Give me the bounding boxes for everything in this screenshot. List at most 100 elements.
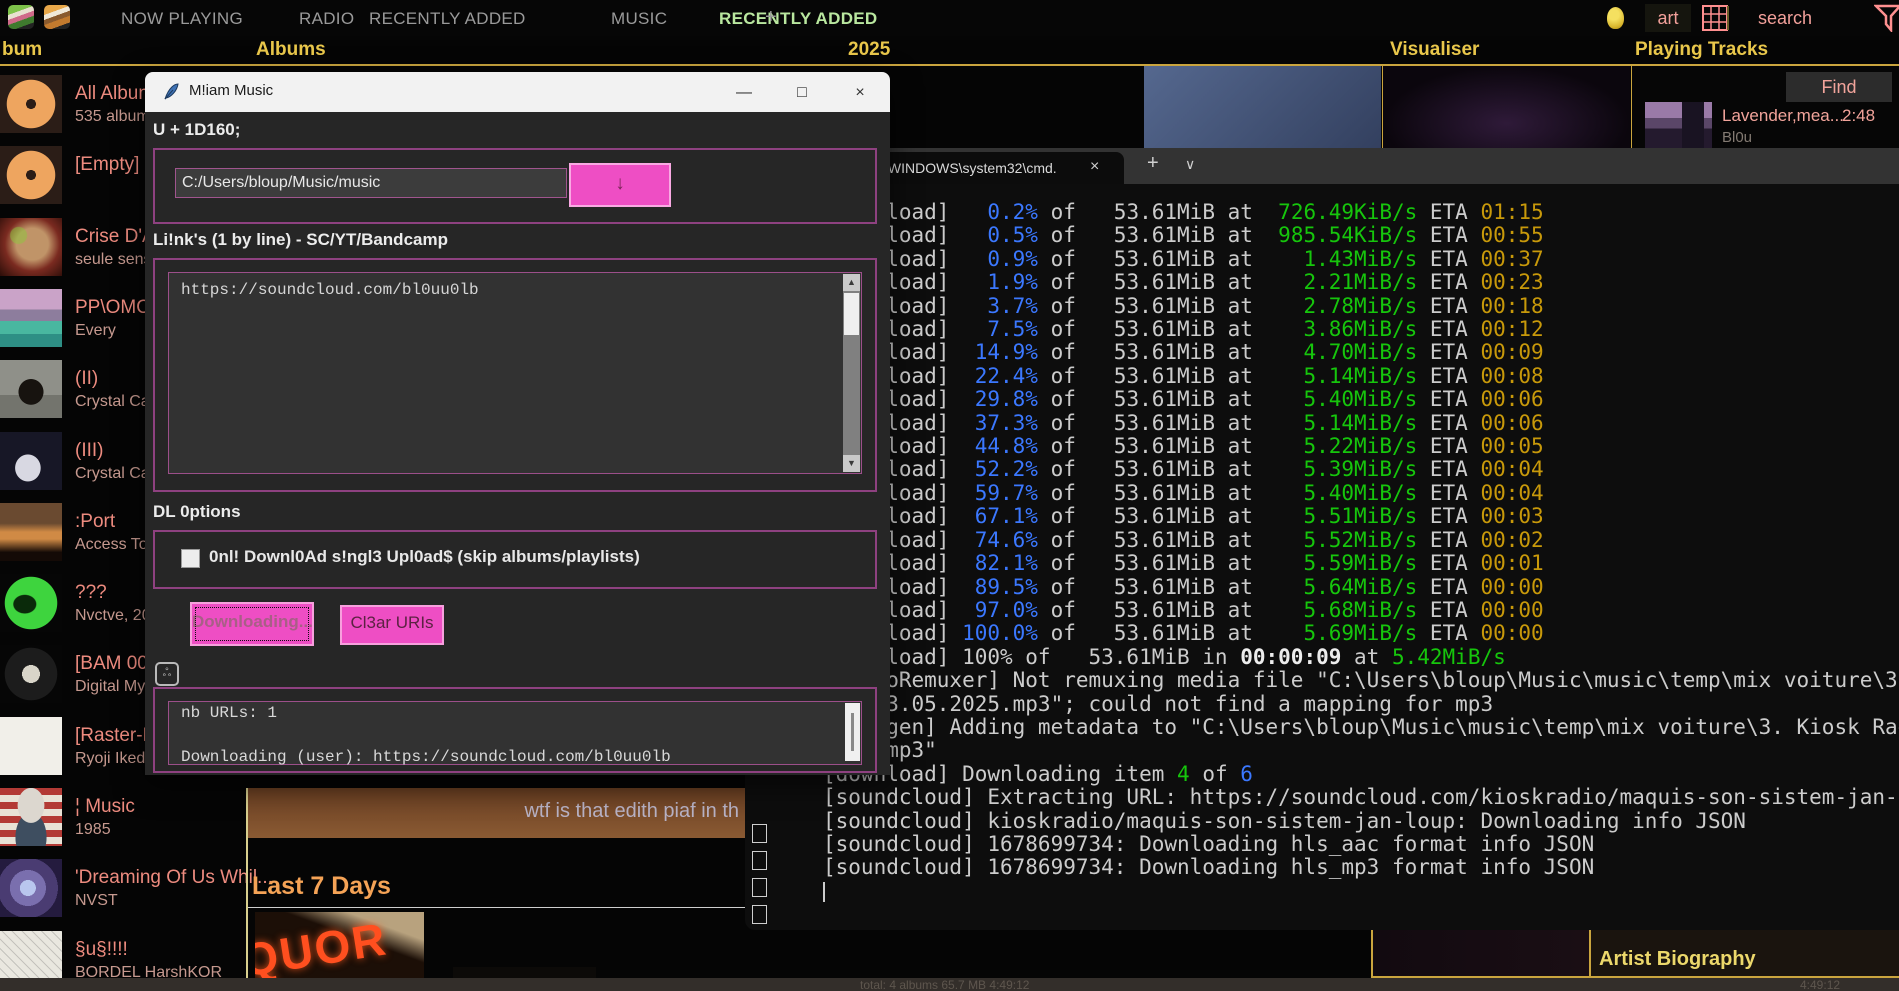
album-cover-dark[interactable] xyxy=(453,967,596,978)
terminal-line: [download] 1.9% of 53.61MiB at 2.21MiB/s… xyxy=(823,271,1899,294)
terminal-line: [download] 82.1% of 53.61MiB at 5.59MiB/… xyxy=(823,552,1899,575)
terminal-tab-title: \WINDOWS\system32\cmd. xyxy=(884,160,1057,176)
album-title: ¦ Music xyxy=(75,796,135,818)
app-stack-orange-icon[interactable] xyxy=(44,5,70,29)
album-title: [Empty] xyxy=(75,154,139,176)
nav-item-now-playing[interactable]: NOW PLAYING xyxy=(121,9,243,29)
terminal-line: [soundcloud] 1678699734: Downloading hls… xyxy=(823,833,1899,856)
album-title: 'Dreaming Of Us Whil... xyxy=(75,867,273,889)
log-scrollbar[interactable] xyxy=(845,703,860,761)
album-art-swirl[interactable] xyxy=(0,859,62,917)
terminal-line: [download] 100% of 53.61MiB in 00:00:09 … xyxy=(823,646,1899,669)
downloading-button[interactable]: Downloading... xyxy=(190,602,314,646)
download-arrow-button[interactable]: ↓ xyxy=(569,163,671,207)
art-button[interactable]: art xyxy=(1645,4,1691,32)
album-art-grave[interactable] xyxy=(0,360,62,418)
album-art-windmill[interactable] xyxy=(0,503,62,561)
dialog-title: M!iam Music xyxy=(189,82,273,99)
albums-column-header: Albums xyxy=(256,39,326,61)
nav-add-tab-button[interactable]: + xyxy=(765,6,777,29)
clear-urls-button[interactable]: Cl3ar URIs xyxy=(340,605,444,645)
log-scroll-thumb xyxy=(851,713,854,751)
download-log: nb URLs: 1 Downloading (user): https://s… xyxy=(168,701,862,765)
album-cover-liquor[interactable]: LIQUOR xyxy=(255,912,424,978)
artist-biography-header: Artist Biography xyxy=(1599,948,1756,971)
focus-ring xyxy=(195,607,309,641)
playing-tracks-panel: Find Lavender,mea... 2:48 Bl0u xyxy=(1632,66,1899,148)
dl-options-label: DL 0ptions xyxy=(153,502,241,522)
dialog-title-bar[interactable]: M!iam Music — □ × xyxy=(145,72,890,112)
terminal-output: [download] 0.2% of 53.61MiB at 726.49KiB… xyxy=(823,201,1899,880)
terminal-line: [download] 0.5% of 53.61MiB at 985.54KiB… xyxy=(823,224,1899,247)
filter-funnel-icon[interactable] xyxy=(1874,4,1899,37)
album-title: :Port xyxy=(75,511,115,533)
links-textarea[interactable]: https://soundcloud.com/bl0uu0lb ▲ ▼ xyxy=(168,272,862,474)
single-uploads-checkbox[interactable] xyxy=(181,549,200,568)
track-thumbnail[interactable] xyxy=(1645,102,1712,148)
find-button[interactable]: Find xyxy=(1786,72,1892,102)
album-title: (II) xyxy=(75,368,98,390)
album-art-whitecover[interactable] xyxy=(0,717,62,775)
new-tab-button[interactable]: + xyxy=(1147,152,1159,175)
minimize-button[interactable]: — xyxy=(721,80,767,106)
character-icon[interactable] xyxy=(1607,7,1624,29)
album-art-landscape[interactable] xyxy=(0,289,62,347)
last-7-days-underline xyxy=(248,907,745,908)
track-title[interactable]: Lavender,mea... xyxy=(1722,106,1844,126)
terminal-body[interactable]: [download] 0.2% of 53.61MiB at 726.49KiB… xyxy=(745,184,1899,930)
grid-view-icon[interactable] xyxy=(1702,5,1728,36)
terminal-line: [download] 0.2% of 53.61MiB at 726.49KiB… xyxy=(823,201,1899,224)
album-subtitle: NVST xyxy=(75,892,118,910)
track-artist: Bl0u xyxy=(1722,129,1752,146)
terminal-line: [download] Downloading item 4 of 6 xyxy=(823,763,1899,786)
log-line xyxy=(169,724,861,746)
nav-item-recently-added[interactable]: RECENTLY ADDED xyxy=(369,9,526,29)
terminal-line: [download] 100.0% of 53.61MiB at 5.69MiB… xyxy=(823,622,1899,645)
small-badge-icon: ஃ xyxy=(155,662,179,686)
nav-item-radio[interactable]: RADIO xyxy=(299,9,354,29)
terminal-tab[interactable]: \WINDOWS\system32\cmd. × xyxy=(868,152,1124,184)
terminal-cursor xyxy=(823,882,825,902)
comment-text: wtf is that edith piaf in th xyxy=(524,800,739,823)
album-art-monkey[interactable] xyxy=(0,574,62,632)
comment-banner: wtf is that edith piaf in th xyxy=(248,788,745,838)
search-button[interactable]: search xyxy=(1758,8,1812,29)
close-button[interactable]: × xyxy=(837,80,883,106)
nav-item-recently-added[interactable]: RECENTLY ADDED xyxy=(719,9,878,29)
miam-music-dialog: M!iam Music — □ × U + 1D160; ↓ Li!nk's (… xyxy=(145,72,890,775)
log-lines: nb URLs: 1 Downloading (user): https://s… xyxy=(169,702,861,768)
app-stack-green-icon[interactable] xyxy=(8,5,34,29)
maximize-button[interactable]: □ xyxy=(779,80,825,106)
scroll-up-icon[interactable]: ▲ xyxy=(843,274,860,291)
tab-dropdown-icon[interactable]: ∨ xyxy=(1185,156,1195,173)
album-art-usa[interactable] xyxy=(0,788,62,846)
destination-path-input[interactable] xyxy=(175,168,567,198)
album-title: ??? xyxy=(75,582,107,604)
album-art-figure[interactable] xyxy=(0,432,62,490)
textarea-scrollbar[interactable]: ▲ ▼ xyxy=(843,274,860,472)
log-groupbox: nb URLs: 1 Downloading (user): https://s… xyxy=(153,687,877,773)
scroll-down-icon[interactable]: ▼ xyxy=(843,455,860,472)
destination-label: U + 1D160; xyxy=(153,120,240,140)
last-7-days-header: Last 7 Days xyxy=(252,872,391,901)
terminal-line: [download] 22.4% of 53.61MiB at 5.14MiB/… xyxy=(823,365,1899,388)
album-art-vinyl[interactable] xyxy=(0,645,62,703)
terminal-line: [download] 67.1% of 53.61MiB at 5.51MiB/… xyxy=(823,505,1899,528)
album-row[interactable]: 'Dreaming Of Us Whil...NVST xyxy=(0,859,247,925)
year-header: 2025 xyxy=(848,39,890,61)
album-art-disc[interactable] xyxy=(0,146,62,204)
unknown-glyph-column xyxy=(752,824,767,930)
log-line: Downloading (user): https://soundcloud.c… xyxy=(169,746,861,768)
column-headers: bum Albums 2025 Visualiser Playing Track… xyxy=(0,36,1899,64)
destination-groupbox: ↓ xyxy=(153,148,877,224)
tab-close-icon[interactable]: × xyxy=(1090,158,1099,176)
nav-item-music[interactable]: MUSIC xyxy=(611,9,667,29)
album-art-disc[interactable] xyxy=(0,75,62,133)
album-title: (III) xyxy=(75,440,104,462)
terminal-line: [VideoRemuxer] Not remuxing media file "… xyxy=(823,669,1899,692)
terminal-window[interactable]: \WINDOWS\system32\cmd. × + ∨ [download] … xyxy=(745,148,1899,930)
terminal-line: [download] 89.5% of 53.61MiB at 5.64MiB/… xyxy=(823,576,1899,599)
album-row[interactable]: ¦ Music1985 xyxy=(0,788,247,854)
album-art-skull[interactable] xyxy=(0,218,62,276)
textarea-scroll-thumb[interactable] xyxy=(844,293,859,335)
